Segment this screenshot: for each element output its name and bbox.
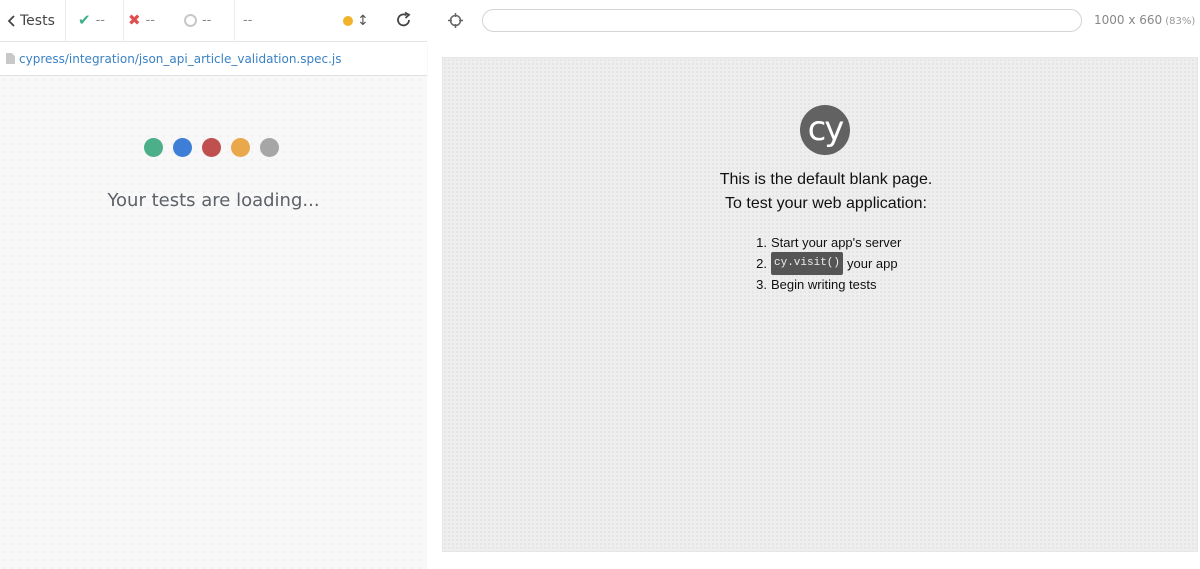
list-item: 3. Begin writing tests: [753, 274, 901, 295]
list-item-number: 3.: [756, 277, 767, 292]
spec-file-link[interactable]: cypress/integration/json_api_article_val…: [19, 52, 342, 66]
check-icon: ✔: [78, 11, 91, 29]
duration-value: --: [243, 13, 253, 28]
list-item-number: 1.: [756, 235, 767, 250]
app-under-test-frame: cy This is the default blank page. To te…: [442, 57, 1198, 552]
instructions-list: 1. Start your app's server 2. cy.visit()…: [753, 232, 901, 295]
loading-area: Your tests are loading...: [0, 76, 427, 569]
cross-icon: ✖: [128, 11, 141, 29]
tests-button-label: Tests: [20, 12, 55, 29]
list-item: 2. cy.visit() your app: [753, 252, 901, 275]
loading-message: Your tests are loading...: [107, 190, 320, 211]
arrows-vertical-icon: ↕: [357, 13, 369, 29]
viewport-size[interactable]: 1000 x 660 (83%): [1094, 13, 1195, 27]
passed-value: --: [95, 13, 105, 28]
spec-file-bar: cypress/integration/json_api_article_val…: [0, 42, 427, 76]
failed-value: --: [145, 13, 155, 28]
failed-count[interactable]: ✖ --: [124, 0, 180, 42]
viewport-scale: (83%): [1165, 16, 1196, 27]
pending-count[interactable]: --: [180, 0, 235, 42]
blank-page-heading: This is the default blank page. To test …: [443, 168, 1200, 216]
passed-count[interactable]: ✔ --: [66, 0, 124, 42]
loading-dots: [144, 138, 279, 157]
viewport-dimensions: 1000 x 660: [1094, 13, 1163, 27]
url-bar: 1000 x 660 (83%): [428, 0, 1200, 42]
loading-dot: [202, 138, 221, 157]
stats-bar: Tests ✔ -- ✖ -- -- -- ↕: [0, 0, 427, 42]
runner-panel: 1000 x 660 (83%) cy This is the default b…: [428, 0, 1200, 569]
duration: --: [235, 0, 275, 42]
crosshairs-icon[interactable]: [447, 12, 464, 29]
reporter-panel: Tests ✔ -- ✖ -- -- -- ↕ cypress/integrat…: [0, 0, 427, 569]
url-input[interactable]: [482, 9, 1082, 32]
file-icon: [6, 53, 15, 64]
reload-icon[interactable]: [396, 11, 412, 29]
circle-notch-icon: [184, 14, 197, 27]
loading-dot: [144, 138, 163, 157]
list-item-text: your app: [847, 256, 898, 271]
list-item-text: Start your app's server: [771, 235, 902, 250]
cypress-logo: cy: [800, 105, 850, 155]
list-item: 1. Start your app's server: [753, 232, 901, 253]
list-item-number: 2.: [756, 256, 767, 271]
blank-page-heading-line-1: This is the default blank page.: [719, 171, 933, 188]
loading-dot: [231, 138, 250, 157]
loading-dot: [260, 138, 279, 157]
code-snippet: cy.visit(): [771, 252, 844, 275]
loading-dot: [173, 138, 192, 157]
blank-page-heading-line-2: To test your web application:: [725, 195, 927, 212]
status-dot-icon: [343, 16, 353, 26]
tests-button[interactable]: Tests: [0, 0, 66, 42]
pending-value: --: [202, 13, 212, 28]
cypress-logo-text: cy: [807, 109, 845, 149]
list-item-text: Begin writing tests: [771, 277, 877, 292]
auto-scroll-toggle[interactable]: ↕: [343, 13, 369, 29]
chevron-left-icon: [7, 14, 15, 27]
